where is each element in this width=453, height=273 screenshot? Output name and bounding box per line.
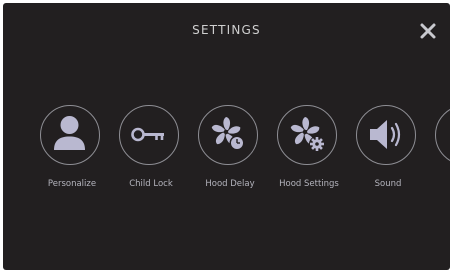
settings-item-ring: [356, 105, 416, 165]
settings-item-next-partial[interactable]: [435, 105, 450, 165]
settings-screen: SETTINGS Personalize Child Lock Hood Del…: [3, 3, 450, 270]
settings-item-child-lock[interactable]: Child Lock: [112, 105, 190, 195]
settings-item-ring: [198, 105, 258, 165]
fan-timer-icon: [211, 117, 245, 151]
settings-item-personalize[interactable]: Personalize: [33, 105, 111, 195]
settings-item-ring: [40, 105, 100, 165]
speaker-icon: [370, 120, 401, 149]
settings-item-ring: [277, 105, 337, 165]
settings-item-hood-delay[interactable]: Hood Delay: [191, 105, 269, 195]
key-icon: [131, 127, 164, 142]
person-icon: [54, 116, 85, 150]
settings-carousel: Personalize Child Lock Hood Delay Hood S…: [3, 3, 450, 270]
settings-item-sound[interactable]: Sound: [349, 105, 427, 195]
settings-item-label: Sound: [374, 179, 402, 189]
settings-item-hood-settings[interactable]: Hood Settings: [270, 105, 348, 195]
settings-item-ring: [119, 105, 179, 165]
fan-gear-icon: [290, 117, 325, 152]
